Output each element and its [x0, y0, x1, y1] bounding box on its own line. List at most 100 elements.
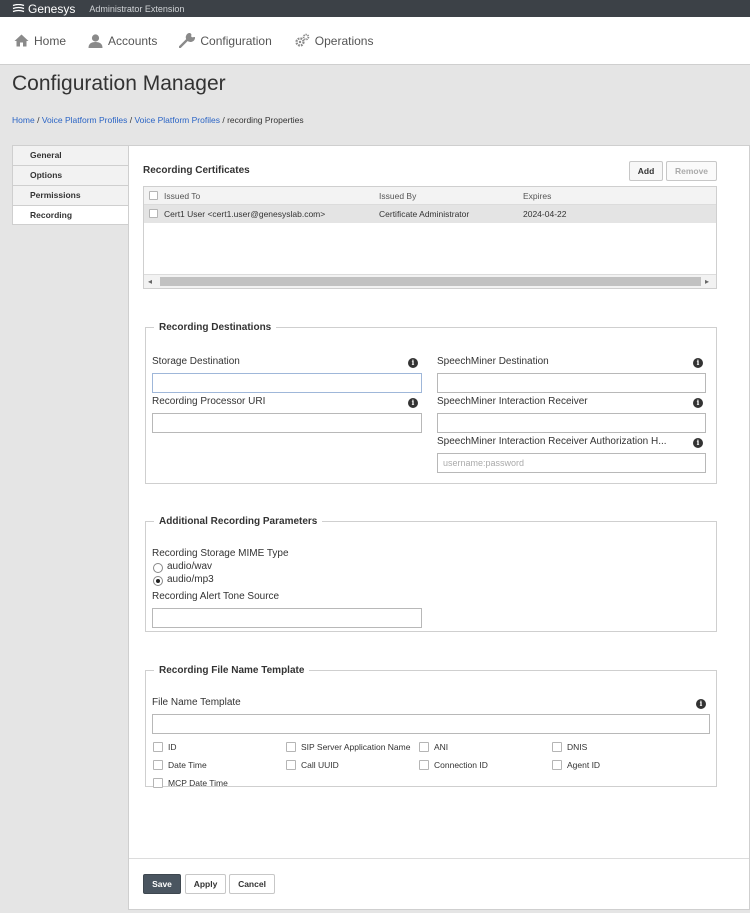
speechminer-destination-input[interactable] [437, 373, 706, 393]
cell-issued-to: Cert1 User <cert1.user@genesyslab.com> [164, 209, 326, 219]
file-name-template-legend: Recording File Name Template [159, 665, 305, 676]
scroll-right-arrow-icon[interactable]: ▸ [705, 277, 709, 286]
home-icon [14, 34, 29, 47]
info-icon[interactable]: i [408, 358, 418, 368]
nav-accounts[interactable]: Accounts [88, 34, 157, 48]
checkbox-call-uuid-label[interactable]: Call UUID [301, 760, 339, 770]
info-icon[interactable]: i [696, 699, 706, 709]
checkbox-date-time-label[interactable]: Date Time [168, 760, 207, 770]
main-nav: Home Accounts Configuration Operations [0, 17, 750, 65]
column-issued-to[interactable]: Issued To [164, 191, 200, 201]
app-name: Administrator Extension [89, 3, 185, 14]
recording-processor-uri-input[interactable] [152, 413, 422, 433]
properties-tabs: General Options Permissions Recording [12, 145, 129, 225]
info-icon[interactable]: i [693, 438, 703, 448]
recording-destinations-legend: Recording Destinations [159, 322, 272, 333]
checkbox-mcp-date-time[interactable] [153, 778, 163, 788]
table-header: Issued To Issued By Expires [144, 187, 716, 205]
speechminer-destination-label: SpeechMiner Destination [437, 356, 549, 367]
column-issued-by[interactable]: Issued By [379, 191, 416, 201]
breadcrumb-current: recording Properties [227, 115, 304, 125]
radio-audio-wav[interactable] [153, 563, 163, 573]
checkbox-connection-id-label[interactable]: Connection ID [434, 760, 488, 770]
checkbox-mcp-date-time-label[interactable]: MCP Date Time [168, 778, 228, 788]
speechminer-receiver-auth-label: SpeechMiner Interaction Receiver Authori… [437, 436, 667, 447]
gears-icon [295, 33, 310, 47]
checkbox-call-uuid[interactable] [286, 760, 296, 770]
file-name-template-input[interactable] [152, 714, 710, 734]
nav-home[interactable]: Home [14, 34, 66, 48]
checkbox-agent-id-label[interactable]: Agent ID [567, 760, 600, 770]
checkbox-id-label[interactable]: ID [168, 742, 177, 752]
breadcrumb-voice-platform-profiles-2[interactable]: Voice Platform Profiles [134, 115, 220, 125]
alert-tone-label: Recording Alert Tone Source [152, 591, 280, 602]
breadcrumb-home[interactable]: Home [12, 115, 35, 125]
genesys-logo[interactable]: Genesys [12, 2, 75, 16]
recording-panel: Recording Certificates Add Remove Issued… [128, 145, 750, 910]
column-expires[interactable]: Expires [523, 191, 551, 201]
recording-destinations-group: Recording Destinations Storage Destinati… [145, 322, 717, 484]
checkbox-ani-label[interactable]: ANI [434, 742, 448, 752]
checkbox-date-time[interactable] [153, 760, 163, 770]
checkbox-sip-server-app-name-label[interactable]: SIP Server Application Name [301, 742, 410, 752]
brand-name: Genesys [28, 1, 76, 16]
checkbox-sip-server-app-name[interactable] [286, 742, 296, 752]
file-name-template-group: Recording File Name Template File Name T… [145, 665, 717, 788]
checkbox-connection-id[interactable] [419, 760, 429, 770]
tab-options[interactable]: Options [12, 165, 129, 185]
additional-parameters-legend: Additional Recording Parameters [159, 516, 318, 527]
tab-permissions[interactable]: Permissions [12, 185, 129, 205]
speechminer-receiver-auth-input[interactable] [437, 453, 706, 473]
apply-button[interactable]: Apply [185, 874, 226, 894]
checkbox-dnis-label[interactable]: DNIS [567, 742, 587, 752]
checkbox-id[interactable] [153, 742, 163, 752]
info-icon[interactable]: i [693, 358, 703, 368]
wrench-icon [179, 33, 196, 48]
speechminer-receiver-label: SpeechMiner Interaction Receiver [437, 396, 588, 407]
remove-certificate-button[interactable]: Remove [666, 161, 717, 181]
cell-expires: 2024-04-22 [523, 209, 567, 219]
breadcrumb: Home / Voice Platform Profiles / Voice P… [12, 115, 304, 125]
additional-parameters-group: Additional Recording Parameters Recordin… [145, 516, 717, 632]
checkbox-agent-id[interactable] [552, 760, 562, 770]
nav-operations[interactable]: Operations [294, 33, 374, 48]
footer-divider [129, 858, 749, 859]
certificates-table: Issued To Issued By Expires Cert1 User <… [143, 186, 717, 289]
audio-mp3-label[interactable]: audio/mp3 [167, 574, 214, 585]
recording-processor-uri-label: Recording Processor URI [152, 396, 266, 407]
alert-tone-input[interactable] [152, 608, 422, 628]
table-row[interactable]: Cert1 User <cert1.user@genesyslab.com> C… [144, 205, 716, 223]
horizontal-scrollbar[interactable]: ◂ ▸ [144, 274, 716, 288]
cancel-button[interactable]: Cancel [229, 874, 275, 894]
genesys-logo-icon [12, 4, 25, 13]
select-all-checkbox[interactable] [149, 191, 158, 200]
info-icon[interactable]: i [693, 398, 703, 408]
add-certificate-button[interactable]: Add [629, 161, 663, 181]
breadcrumb-separator: / [37, 115, 40, 125]
recording-certificates-title: Recording Certificates [143, 165, 250, 176]
checkbox-dnis[interactable] [552, 742, 562, 752]
tab-recording[interactable]: Recording [12, 205, 129, 225]
top-bar: Genesys Administrator Extension [0, 0, 750, 17]
checkbox-ani[interactable] [419, 742, 429, 752]
scrollbar-thumb[interactable] [160, 277, 701, 286]
radio-audio-mp3[interactable] [153, 576, 163, 586]
nav-configuration[interactable]: Configuration [179, 33, 272, 48]
cell-issued-by: Certificate Administrator [379, 209, 470, 219]
nav-configuration-label: Configuration [200, 33, 272, 48]
breadcrumb-voice-platform-profiles[interactable]: Voice Platform Profiles [42, 115, 128, 125]
info-icon[interactable]: i [408, 398, 418, 408]
nav-operations-label: Operations [314, 33, 374, 48]
tab-general[interactable]: General [12, 145, 129, 165]
storage-destination-input[interactable] [152, 373, 422, 393]
user-icon [88, 33, 103, 48]
scroll-left-arrow-icon[interactable]: ◂ [148, 277, 152, 286]
speechminer-receiver-input[interactable] [437, 413, 706, 433]
storage-destination-label: Storage Destination [152, 356, 240, 367]
nav-accounts-label: Accounts [108, 33, 158, 48]
row-checkbox[interactable] [149, 209, 158, 218]
save-button[interactable]: Save [143, 874, 181, 894]
breadcrumb-separator: / [129, 115, 133, 125]
breadcrumb-separator: / [222, 115, 225, 125]
audio-wav-label[interactable]: audio/wav [167, 561, 212, 572]
